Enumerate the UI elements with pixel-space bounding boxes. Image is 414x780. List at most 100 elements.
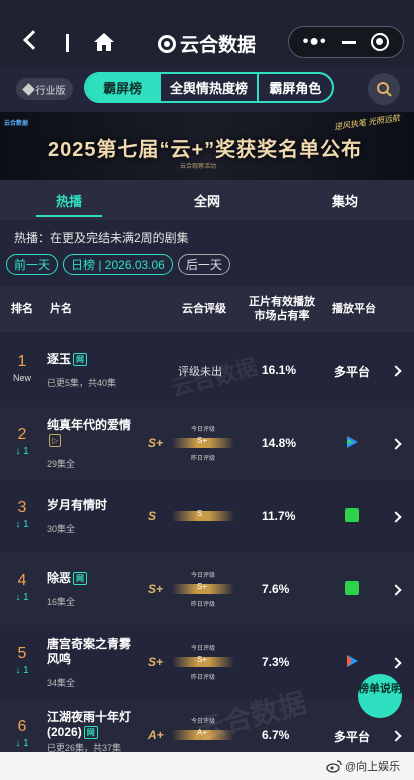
ranking-tabs: 行业版 霸屏榜 全舆情热度榜 霸屏角色 bbox=[0, 66, 414, 112]
platform-text: 多平台 bbox=[334, 365, 371, 379]
tab-hot[interactable]: 热播 bbox=[0, 180, 138, 220]
close-miniapp-icon[interactable] bbox=[371, 33, 390, 51]
rank-number: 3 ↓ 1 bbox=[6, 499, 38, 530]
rank-change: ↓ 1 bbox=[15, 665, 29, 676]
table-row[interactable]: 2 ↓ 1 纯真年代的爱情 ▷ 29集全 S+ 今日评级 S+ 昨日评级 14.8% bbox=[0, 407, 414, 479]
web-tag: 网 bbox=[73, 353, 88, 366]
hot-definition-note: 热播：在更及完结未满2周的剧集 bbox=[14, 231, 189, 245]
banner-subtitle: 云合观察活动 bbox=[180, 164, 217, 170]
rank-change: ↓ 1 bbox=[15, 519, 29, 530]
table-row[interactable]: 5 ↓ 1 唐宫奇案之青雾风鸣 34集全 S+ 今日评级 S+ 昨日评级 7.3% bbox=[0, 626, 414, 698]
market-share: 7.6% bbox=[262, 582, 290, 596]
drama-title: 纯真年代的爱情 ▷ bbox=[47, 418, 132, 447]
gauge-bar bbox=[172, 511, 234, 521]
banner-logo: 云合数据 bbox=[4, 121, 29, 127]
minimize-icon[interactable] bbox=[341, 40, 356, 44]
grade-gauge: 今日评级 S+ 昨日评级 bbox=[172, 643, 234, 681]
youku-icon bbox=[347, 655, 358, 667]
header-grade: 云合评级 bbox=[182, 303, 226, 315]
web-tag: 网 bbox=[83, 726, 98, 739]
rank-number: 5 ↓ 1 bbox=[6, 645, 38, 676]
episode-info: 34集全 bbox=[47, 678, 76, 688]
market-share: 14.8% bbox=[262, 436, 297, 450]
rank-change: New bbox=[12, 373, 31, 383]
gauge-today-label: 今日评级 bbox=[190, 573, 215, 579]
diamond-icon bbox=[21, 82, 35, 96]
episode-info: 29集全 bbox=[47, 459, 76, 469]
banner-title: 2025第七届“云+”奖获奖名单公布 bbox=[48, 139, 363, 161]
tab-baping[interactable]: 霸屏榜 bbox=[86, 74, 160, 101]
industry-badge[interactable]: 行业版 bbox=[16, 78, 73, 100]
search-button[interactable] bbox=[368, 73, 400, 105]
gauge-today-label: 今日评级 bbox=[190, 646, 215, 652]
chevron-right-icon[interactable] bbox=[390, 730, 402, 742]
chevron-right-icon[interactable] bbox=[390, 657, 402, 669]
market-share: 11.7% bbox=[262, 509, 296, 523]
tab-all-network[interactable]: 全网 bbox=[138, 180, 276, 220]
rank-change: ↓ 1 bbox=[15, 738, 29, 749]
current-date-button[interactable]: 日榜 | 2026.03.06 bbox=[63, 254, 173, 275]
chevron-right-icon[interactable] bbox=[390, 438, 402, 450]
rank-change: ↓ 1 bbox=[15, 446, 29, 457]
platform-text: 多平台 bbox=[334, 730, 371, 744]
app-root: { "nav": {"brand": "云合数据"}, "tabs": {"in… bbox=[0, 0, 414, 780]
tab-public-opinion[interactable]: 全舆情热度榜 bbox=[159, 74, 256, 101]
weibo-icon bbox=[326, 759, 342, 773]
brand-name: 云合数据 bbox=[180, 35, 257, 56]
tab-average[interactable]: 集均 bbox=[276, 180, 414, 220]
nav-bar: 云合数据 •●• bbox=[0, 22, 414, 64]
iqiyi-icon bbox=[345, 508, 359, 522]
drama-title: 唐宫奇案之青雾风鸣 bbox=[47, 637, 132, 666]
market-share: 7.3% bbox=[262, 655, 290, 669]
brand-title: 云合数据 bbox=[158, 30, 256, 57]
rank-number: 1 New bbox=[6, 353, 38, 383]
prev-day-button[interactable]: 前一天 bbox=[6, 254, 59, 275]
gauge-yesterday-label: 昨日评级 bbox=[190, 675, 215, 681]
drama-title: 江湖夜雨十年灯(2026) 网 bbox=[47, 710, 132, 739]
weibo-handle: @向上娱乐 bbox=[345, 761, 401, 773]
gauge-yesterday-label: 昨日评级 bbox=[190, 456, 215, 462]
drama-title: 逐玉网 bbox=[47, 352, 88, 367]
drama-title: 岁月有情时 bbox=[47, 498, 108, 512]
banner-slogan: 逆风执笔 光照远航 bbox=[333, 113, 401, 132]
award-banner[interactable]: 云合数据 2025第七届“云+”奖获奖名单公布 云合观察活动 逆风执笔 光照远航 bbox=[0, 112, 414, 180]
nav-divider bbox=[66, 34, 69, 52]
gauge-value: S+ bbox=[197, 582, 208, 591]
gauge-value: S+ bbox=[197, 436, 208, 445]
brand-logo-icon bbox=[158, 34, 176, 53]
chevron-right-icon[interactable] bbox=[390, 584, 402, 596]
web-tag: 网 bbox=[73, 572, 88, 585]
grade-label: S bbox=[148, 509, 157, 523]
next-day-button[interactable]: 后一天 bbox=[177, 254, 230, 275]
episode-info: 16集全 bbox=[47, 597, 76, 607]
gauge-value: S bbox=[197, 509, 203, 518]
grade-label: S+ bbox=[148, 582, 164, 596]
grade-label: S+ bbox=[148, 436, 164, 450]
play-tag-icon: ▷ bbox=[49, 434, 62, 447]
rank-number: 4 ↓ 1 bbox=[6, 572, 38, 603]
industry-label: 行业版 bbox=[35, 85, 66, 97]
chevron-right-icon[interactable] bbox=[390, 365, 402, 377]
gauge-today-label: 今日评级 bbox=[190, 427, 215, 433]
header-name: 片名 bbox=[50, 303, 72, 315]
table-row[interactable]: 4 ↓ 1 除恶网 16集全 S+ 今日评级 S+ 昨日评级 7.6% bbox=[0, 553, 414, 625]
iqiyi-icon bbox=[345, 581, 359, 595]
chevron-right-icon[interactable] bbox=[390, 511, 402, 523]
tab-roles[interactable]: 霸屏角色 bbox=[256, 74, 332, 101]
rank-number: 6 ↓ 1 bbox=[6, 718, 38, 749]
weibo-credit: @向上娱乐 bbox=[326, 758, 400, 774]
drama-title: 除恶网 bbox=[47, 571, 88, 586]
gauge-yesterday-label: 昨日评级 bbox=[190, 602, 215, 608]
header-platform: 播放平台 bbox=[332, 303, 376, 315]
tencent-video-icon bbox=[347, 436, 358, 448]
ranking-explanation-button[interactable]: 榜单说明 bbox=[358, 674, 402, 718]
sub-tabs: 热播 全网 集均 bbox=[0, 180, 414, 220]
home-icon[interactable] bbox=[92, 32, 116, 52]
grade-gauge: 今日评级 S+ 昨日评级 bbox=[172, 570, 234, 608]
more-icon[interactable]: •●• bbox=[303, 33, 327, 51]
episode-info: 已更5集，共40集 bbox=[47, 378, 117, 388]
footer: @向上娱乐 bbox=[0, 752, 414, 780]
gauge-value: S+ bbox=[197, 655, 208, 664]
back-icon[interactable] bbox=[23, 30, 43, 50]
table-row[interactable]: 3 ↓ 1 岁月有情时 30集全 S S 11.7% bbox=[0, 480, 414, 552]
